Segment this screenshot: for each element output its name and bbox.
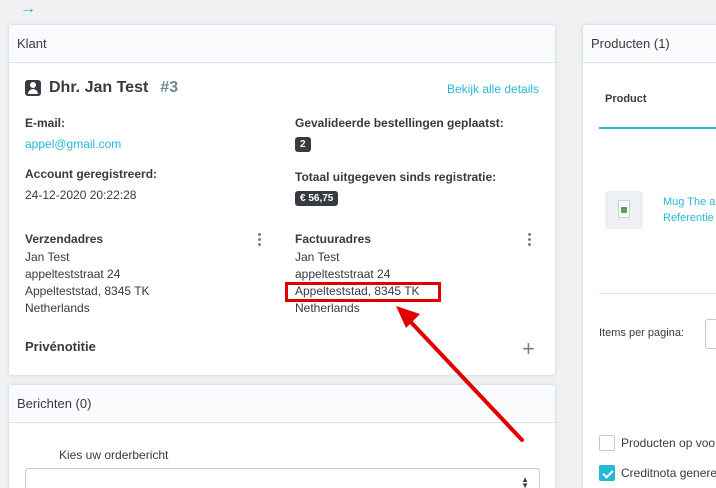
validated-orders-badge: 2 bbox=[295, 137, 311, 152]
checkbox-unchecked[interactable] bbox=[599, 435, 615, 451]
address-line: appelteststraat 24 bbox=[25, 267, 121, 281]
address-line: Jan Test bbox=[295, 250, 340, 264]
items-per-page-label: Items per pagina: bbox=[599, 327, 684, 339]
billing-address-label: Factuuradres bbox=[295, 232, 372, 246]
shipping-address: Jan Test appelteststraat 24 Appelteststa… bbox=[25, 249, 150, 317]
products-card-header: Producten (1) bbox=[583, 25, 716, 63]
products-card: Producten (1) Product Mug The a Referent… bbox=[582, 24, 716, 488]
messages-card-title: Berichten (0) bbox=[17, 396, 92, 411]
highlight-box bbox=[285, 282, 441, 302]
product-column-header: Product bbox=[605, 93, 647, 105]
address-line: Appelteststad, 8345 TK bbox=[25, 284, 150, 298]
mug-icon bbox=[618, 200, 630, 218]
total-spent-label: Totaal uitgegeven sinds registratie: bbox=[295, 170, 497, 184]
messages-card: Berichten (0) Kies uw orderbericht ▲ ▼ bbox=[8, 384, 556, 488]
back-arrow-icon[interactable]: → bbox=[20, 1, 36, 17]
shipping-address-label: Verzendadres bbox=[25, 232, 104, 246]
checkbox-row-2[interactable]: Creditnota genere bbox=[599, 465, 716, 481]
select-caret-icon: ▲ ▼ bbox=[521, 475, 529, 488]
billing-menu-icon[interactable] bbox=[528, 233, 532, 246]
account-registered-label: Account geregistreerd: bbox=[25, 167, 158, 181]
product-thumbnail bbox=[605, 191, 643, 229]
total-spent-badge: € 56,75 bbox=[295, 191, 339, 206]
product-header-underline bbox=[599, 127, 716, 129]
shipping-menu-icon[interactable] bbox=[258, 233, 262, 246]
address-line: Jan Test bbox=[25, 250, 70, 264]
customer-heading: Dhr. Jan Test #3 bbox=[25, 79, 178, 97]
private-note-label: Privénotitie bbox=[25, 339, 96, 354]
checkbox-row-1[interactable]: Producten op voo bbox=[599, 435, 715, 451]
address-line: Netherlands bbox=[295, 301, 360, 315]
validated-orders-label: Gevalideerde bestellingen geplaatst: bbox=[295, 116, 504, 130]
email-link[interactable]: appel@gmail.com bbox=[25, 137, 121, 151]
product-reference[interactable]: Referentie bbox=[663, 212, 714, 224]
address-line: appelteststraat 24 bbox=[295, 267, 391, 281]
messages-card-header: Berichten (0) bbox=[9, 385, 555, 423]
customer-card-header: Klant bbox=[9, 25, 555, 63]
view-all-details-link[interactable]: Bekijk alle details bbox=[447, 82, 539, 96]
items-per-page-input[interactable] bbox=[705, 319, 716, 349]
person-icon bbox=[25, 80, 41, 96]
customer-name: Dhr. Jan Test bbox=[49, 79, 149, 96]
add-note-icon[interactable]: + bbox=[522, 338, 535, 360]
order-message-label: Kies uw orderbericht bbox=[59, 448, 169, 462]
order-message-select[interactable]: ▲ ▼ bbox=[25, 468, 540, 488]
checkbox-label-1: Producten op voo bbox=[621, 436, 716, 450]
customer-card: Klant Dhr. Jan Test #3 Bekijk alle detai… bbox=[8, 24, 556, 376]
checkbox-checked[interactable] bbox=[599, 465, 615, 481]
customer-card-title: Klant bbox=[17, 36, 47, 51]
checkbox-label-2: Creditnota genere bbox=[621, 466, 716, 480]
address-line: Netherlands bbox=[25, 301, 90, 315]
customer-id: #3 bbox=[160, 79, 179, 96]
products-card-title: Producten (1) bbox=[591, 36, 670, 51]
account-registered-value: 24-12-2020 20:22:28 bbox=[25, 188, 137, 202]
divider bbox=[599, 293, 716, 294]
email-label: E-mail: bbox=[25, 116, 66, 130]
product-name-link[interactable]: Mug The a bbox=[663, 196, 715, 208]
